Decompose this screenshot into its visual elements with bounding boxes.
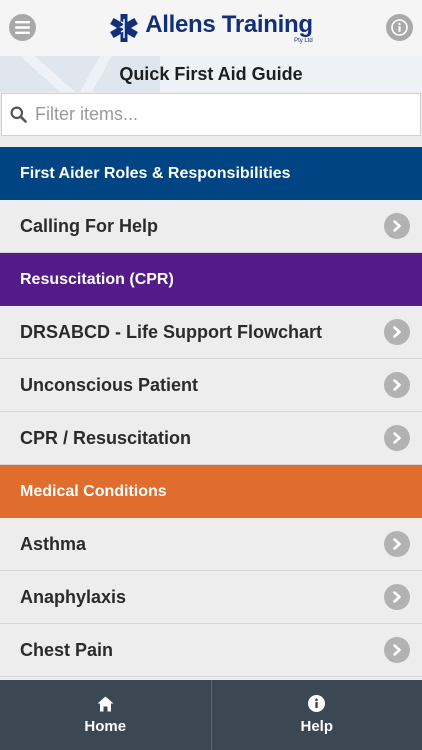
hamburger-icon — [15, 21, 30, 34]
chevron-right-icon — [384, 372, 410, 398]
menu-button[interactable] — [9, 14, 36, 41]
item-label: Asthma — [20, 533, 87, 554]
home-label: Home — [84, 717, 127, 735]
item-label: CPR / Resuscitation — [20, 427, 192, 448]
chevron-right-icon — [384, 425, 410, 451]
app-header: Allens Training Pty Ltd — [0, 0, 422, 56]
guide-list: First Aider Roles & Responsibilities Cal… — [0, 147, 422, 677]
section-label: Resuscitation (CPR) — [20, 270, 174, 288]
chevron-right-icon — [384, 531, 410, 557]
item-label: Unconscious Patient — [20, 374, 199, 395]
info-icon — [391, 19, 408, 36]
app-logo: Allens Training Pty Ltd — [109, 10, 313, 44]
list-item-cpr-resuscitation[interactable]: CPR / Resuscitation — [0, 412, 422, 465]
item-label: Chest Pain — [20, 639, 114, 660]
section-header-cpr[interactable]: Resuscitation (CPR) — [0, 253, 422, 306]
info-icon — [308, 695, 326, 712]
search-bar[interactable] — [1, 93, 421, 136]
chevron-right-icon — [384, 213, 410, 239]
list-item-asthma[interactable]: Asthma — [0, 518, 422, 571]
list-item-calling-for-help[interactable]: Calling For Help — [0, 200, 422, 253]
home-icon — [97, 696, 114, 711]
section-label: First Aider Roles & Responsibilities — [20, 164, 291, 182]
item-label: Anaphylaxis — [20, 586, 127, 607]
search-input[interactable] — [35, 104, 395, 125]
chevron-right-icon — [384, 319, 410, 345]
list-item-anaphylaxis[interactable]: Anaphylaxis — [0, 571, 422, 624]
section-header-medical[interactable]: Medical Conditions — [0, 465, 422, 518]
section-label: Medical Conditions — [20, 482, 167, 500]
bottom-nav: Home Help — [0, 680, 422, 750]
list-item-unconscious-patient[interactable]: Unconscious Patient — [0, 359, 422, 412]
page-title: Quick First Aid Guide — [119, 63, 303, 84]
search-icon — [10, 106, 27, 123]
list-item-drsabcd[interactable]: DRSABCD - Life Support Flowchart — [0, 306, 422, 359]
star-of-life-icon — [110, 14, 139, 42]
home-button[interactable]: Home — [0, 680, 212, 750]
item-label: Calling For Help — [20, 215, 159, 236]
help-label: Help — [300, 718, 333, 735]
chevron-right-icon — [384, 637, 410, 663]
logo-subtitle: Pty Ltd — [294, 37, 313, 44]
list-item-chest-pain[interactable]: Chest Pain — [0, 624, 422, 677]
chevron-right-icon — [384, 584, 410, 610]
logo-title: Allens Training — [145, 10, 313, 38]
section-header-roles[interactable]: First Aider Roles & Responsibilities — [0, 147, 422, 200]
title-bar: Quick First Aid Guide — [0, 56, 422, 92]
info-button[interactable] — [386, 14, 413, 41]
help-button[interactable]: Help — [212, 680, 422, 750]
item-label: DRSABCD - Life Support Flowchart — [20, 321, 322, 342]
